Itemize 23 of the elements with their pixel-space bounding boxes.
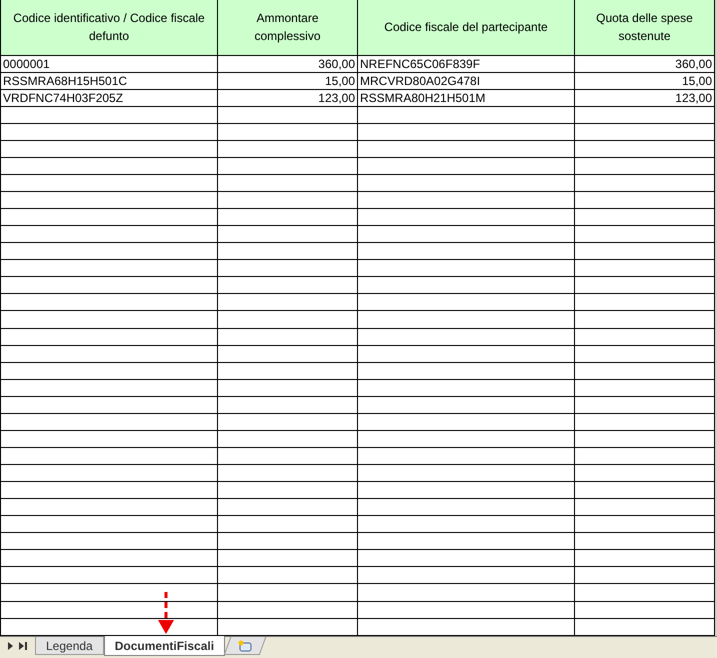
arrow-icon xyxy=(158,592,174,634)
new-sheet-tab[interactable] xyxy=(224,637,266,655)
table-cell: RSSMRA68H15H501C xyxy=(3,74,128,88)
sheet-tab[interactable]: Legenda xyxy=(35,637,104,655)
sheet-tab[interactable]: DocumentiFiscali xyxy=(104,636,226,656)
column-header: Ammontare complessivo xyxy=(254,11,321,44)
column-header: Codice fiscale del partecipante xyxy=(384,20,548,34)
table-cell: NREFNC65C06F839F xyxy=(360,56,480,71)
new-sheet-icon xyxy=(237,640,254,652)
column-header: Codice identificativo / Codice fiscale defunto xyxy=(13,11,205,44)
table-cell: 123,00 xyxy=(318,90,355,105)
table-cell: 15,00 xyxy=(682,74,712,88)
table-cell: RSSMRA80H21H501M xyxy=(360,90,486,105)
last-sheet-icon[interactable] xyxy=(19,642,27,650)
table-cell: 360,00 xyxy=(318,56,355,71)
table-cell: VRDFNC74H03F205Z xyxy=(3,90,124,105)
table-cell: 360,00 xyxy=(675,56,712,71)
column-header: Quota delle spese sostenute xyxy=(596,11,693,44)
table-cell: 15,00 xyxy=(324,74,355,88)
table-cell: 0000001 xyxy=(3,56,50,71)
table-cell: 123,00 xyxy=(675,90,712,105)
table-cell: MRCVRD80A02G478I xyxy=(360,74,480,88)
next-sheet-icon[interactable] xyxy=(8,642,13,650)
